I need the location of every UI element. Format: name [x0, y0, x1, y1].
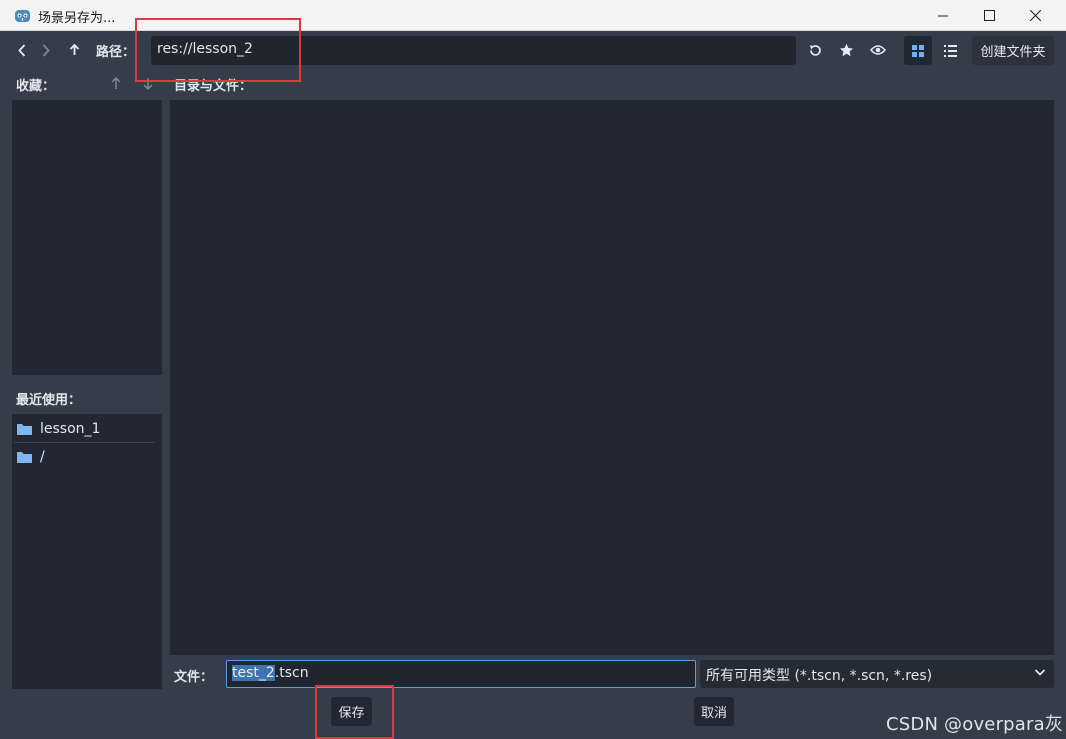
minimize-icon [938, 15, 948, 16]
recent-item[interactable]: / [12, 443, 155, 471]
recent-item-label: / [40, 449, 45, 465]
filename-extension: .tscn [274, 665, 309, 681]
eye-icon [870, 45, 886, 55]
folder-icon [17, 424, 32, 435]
recent-item-label: lesson_1 [40, 421, 101, 437]
create-folder-button[interactable]: 创建文件夹 [972, 36, 1054, 65]
godot-icon [15, 10, 30, 22]
star-icon [839, 43, 853, 56]
list-view-button[interactable] [938, 36, 962, 65]
list-view-icon [943, 44, 957, 57]
forward-button[interactable] [36, 38, 56, 62]
up-directory-button[interactable] [63, 38, 85, 62]
chevron-right-icon [42, 43, 50, 57]
toggle-hidden-button[interactable] [866, 38, 890, 62]
favorites-label: 收藏： [16, 79, 56, 94]
annotation-box-save [315, 685, 394, 739]
arrow-up-icon [111, 76, 121, 89]
favorites-list[interactable] [12, 100, 162, 375]
favorite-move-up-button[interactable] [108, 74, 124, 92]
window-title: 场景另存为... [38, 11, 116, 26]
cancel-button[interactable]: 取消 [694, 697, 734, 726]
close-button[interactable] [1012, 0, 1058, 31]
maximize-button[interactable] [966, 0, 1012, 31]
arrow-up-icon [69, 44, 79, 55]
minimize-button[interactable] [920, 0, 966, 31]
file-label: 文件： [174, 670, 214, 685]
back-button[interactable] [12, 38, 32, 62]
grid-view-icon [912, 44, 924, 57]
chevron-down-icon [1034, 669, 1046, 676]
recent-item[interactable]: lesson_1 [12, 415, 155, 443]
chevron-left-icon [18, 43, 26, 57]
watermark: CSDN @overpara灰 [886, 714, 1064, 735]
path-label: 路径： [96, 45, 136, 60]
recent-label: 最近使用： [16, 393, 82, 408]
filename-selected-text: test_2 [232, 665, 275, 681]
filename-input[interactable]: test_2.tscn [226, 660, 696, 688]
folder-icon [17, 452, 32, 463]
grid-view-button[interactable] [904, 36, 932, 65]
file-type-filter[interactable]: 所有可用类型 (*.tscn, *.scn, *.res) [700, 660, 1054, 688]
favorite-button[interactable] [834, 38, 858, 62]
file-browser-area[interactable] [170, 100, 1054, 655]
annotation-box-path [135, 18, 301, 82]
refresh-icon [809, 44, 821, 56]
refresh-button[interactable] [803, 38, 827, 62]
maximize-icon [983, 10, 995, 21]
close-icon [1029, 10, 1041, 21]
